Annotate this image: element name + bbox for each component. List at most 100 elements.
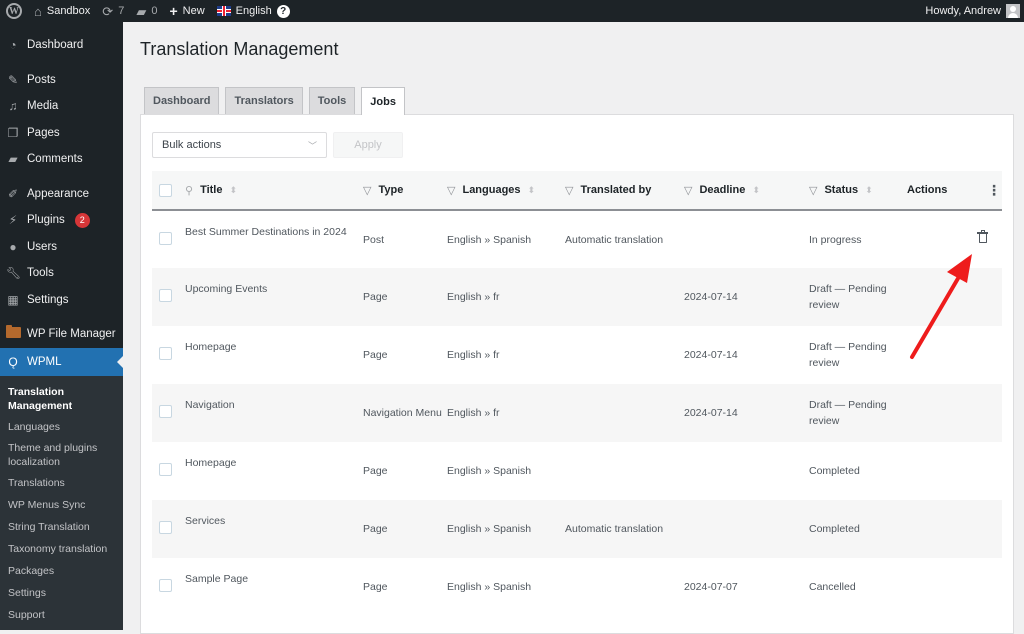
sidebar-item-label: Media [27, 100, 59, 113]
column-title[interactable]: Title [200, 184, 222, 196]
tab-bar: Dashboard Translators Tools Jobs [144, 87, 405, 115]
job-languages: English » Spanish [447, 233, 532, 246]
filter-icon[interactable]: ▽ [809, 184, 817, 197]
job-type: Post [363, 233, 385, 246]
tab-jobs[interactable]: Jobs [361, 87, 405, 115]
table-row: Homepage Page English » fr 2024-07-14 Draft … [152, 326, 1002, 384]
sidebar-item-tools[interactable]: 🔧︎ Tools [0, 260, 123, 287]
submenu-translation-management[interactable]: Translation Management [0, 382, 123, 416]
row-checkbox[interactable] [159, 579, 172, 592]
job-title[interactable]: Homepage [185, 457, 236, 469]
trash-lid [980, 230, 985, 232]
submenu-string-translation[interactable]: String Translation [0, 516, 123, 538]
job-title[interactable]: Best Summer Destinations in 2024 [185, 226, 347, 238]
table-row: Sample Page Page English » Spanish 2024-07-… [152, 558, 1002, 616]
bulk-actions-select[interactable]: Bulk actions ﹀ [152, 132, 327, 158]
job-title[interactable]: Upcoming Events [185, 283, 267, 295]
tab-dashboard[interactable]: Dashboard [144, 87, 220, 114]
job-title[interactable]: Sample Page [185, 573, 248, 585]
sort-icon[interactable]: ⬍ [752, 185, 760, 196]
comments-count: 0 [151, 5, 158, 17]
filter-icon[interactable]: ▽ [363, 184, 371, 197]
wp-logo-menu[interactable]: W [0, 0, 28, 22]
sidebar-item-pages[interactable]: ❐ Pages [0, 120, 123, 147]
filter-icon[interactable]: ▽ [447, 184, 455, 197]
sort-icon[interactable]: ⬍ [229, 185, 237, 196]
jobs-table: ⚲ Title ⬍ ▽ Type ▽ Languages ⬍ ▽ Transla… [152, 171, 1002, 616]
table-row: Upcoming Events Page English » fr 2024-07-1… [152, 268, 1002, 326]
comments-link[interactable]: ▰ 0 [130, 0, 163, 22]
tab-tools[interactable]: Tools [308, 87, 356, 114]
submenu-packages[interactable]: Packages [0, 560, 123, 582]
job-deadline: 2024-07-07 [684, 581, 738, 593]
sidebar-item-comments[interactable]: ▰ Comments [0, 146, 123, 173]
job-status: In progress [809, 233, 862, 246]
select-all-checkbox[interactable] [159, 183, 172, 197]
filter-icon[interactable]: ▽ [565, 184, 573, 197]
sidebar-item-label: Settings [27, 293, 69, 306]
sidebar-item-posts[interactable]: ✎ Posts [0, 67, 123, 94]
sidebar-item-users[interactable]: ● Users [0, 234, 123, 261]
job-languages: English » fr [447, 407, 500, 419]
row-checkbox[interactable] [159, 463, 172, 476]
sidebar-item-dashboard[interactable]: ◔ Dashboard [0, 32, 123, 59]
sidebar-item-appearance[interactable]: ✐ Appearance [0, 181, 123, 208]
page-title: Translation Management [140, 39, 339, 59]
sidebar-item-media[interactable]: ♫ Media [0, 93, 123, 120]
sidebar-item-label: Users [27, 240, 58, 253]
job-deadline: 2024-07-14 [684, 291, 738, 303]
site-name-link[interactable]: ⌂ Sandbox [28, 0, 96, 22]
job-status: Draft — Pending review [809, 341, 887, 369]
trash-icon[interactable] [977, 230, 988, 244]
more-options-icon[interactable]: ⋮ [987, 182, 1001, 198]
submenu-settings[interactable]: Settings [0, 582, 123, 604]
sidebar-item-label: Tools [27, 267, 54, 280]
site-name: Sandbox [46, 5, 91, 17]
submenu-translations[interactable]: Translations [0, 472, 123, 494]
avatar-icon [1006, 4, 1020, 18]
column-status[interactable]: Status [824, 184, 858, 196]
main-content: Translation Management Dashboard Transla… [123, 22, 1024, 634]
search-icon[interactable]: ⚲ [185, 184, 193, 197]
apply-button[interactable]: Apply [333, 132, 403, 158]
sort-icon[interactable]: ⬍ [528, 185, 536, 196]
submenu-support[interactable]: Support [0, 604, 123, 626]
sidebar-item-wp-file-manager[interactable]: WP File Manager [0, 321, 123, 348]
submenu-languages[interactable]: Languages [0, 416, 123, 438]
help-icon[interactable]: ? [276, 4, 290, 18]
job-deadline: 2024-07-14 [684, 349, 738, 361]
user-icon: ● [9, 239, 17, 254]
job-type: Page [363, 523, 388, 535]
job-type: Navigation Menu [363, 407, 442, 419]
my-account-link[interactable]: Howdy, Andrew [919, 0, 1024, 22]
filter-icon[interactable]: ▽ [684, 184, 692, 197]
column-languages[interactable]: Languages [462, 184, 520, 196]
sidebar-item-label: Posts [27, 73, 56, 86]
sidebar-item-settings[interactable]: ▦ Settings [0, 287, 123, 314]
column-actions: Actions [907, 184, 948, 196]
tab-translators[interactable]: Translators [225, 87, 303, 114]
new-content-link[interactable]: + New [163, 0, 210, 22]
wrench-icon: 🔧︎ [6, 266, 22, 281]
job-title[interactable]: Homepage [185, 341, 236, 353]
submenu-taxonomy-translation[interactable]: Taxonomy translation [0, 538, 123, 560]
job-title[interactable]: Services [185, 515, 225, 527]
submenu-wp-menus-sync[interactable]: WP Menus Sync [0, 494, 123, 516]
row-checkbox[interactable] [159, 289, 172, 302]
row-checkbox[interactable] [159, 232, 172, 245]
chevron-down-icon: ﹀ [307, 140, 317, 151]
bulk-actions-value: Bulk actions [162, 139, 222, 151]
sort-icon[interactable]: ⬍ [865, 185, 873, 196]
uk-flag-icon [216, 6, 231, 16]
updates-link[interactable]: ⟳ 7 [96, 0, 130, 22]
submenu-theme-plugins-localization[interactable]: Theme and plugins localization [0, 438, 123, 472]
column-deadline[interactable]: Deadline [699, 184, 745, 196]
language-switcher[interactable]: English ? [211, 0, 296, 22]
sidebar-item-label: WP File Manager [27, 328, 116, 341]
sidebar-item-wpml[interactable]: Ǫ WPML [0, 347, 123, 376]
sidebar-item-plugins[interactable]: ⚡ Plugins 2 [0, 207, 123, 234]
row-checkbox[interactable] [159, 521, 172, 534]
row-checkbox[interactable] [159, 405, 172, 418]
job-title[interactable]: Navigation [185, 399, 235, 411]
row-checkbox[interactable] [159, 347, 172, 360]
